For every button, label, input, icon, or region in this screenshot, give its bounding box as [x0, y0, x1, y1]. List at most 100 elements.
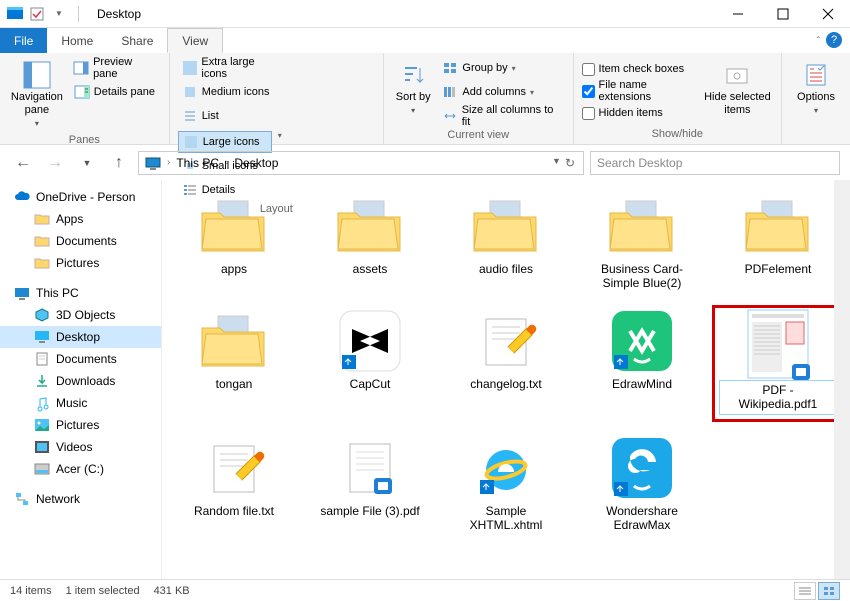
qat-dropdown-icon[interactable]: ▼	[50, 5, 68, 23]
pdf-icon	[334, 436, 406, 500]
file-label: EdrawMind	[612, 377, 672, 391]
file-item[interactable]: tongan	[168, 305, 300, 422]
vertical-scrollbar[interactable]	[834, 180, 850, 579]
ribbon-group-currentview: Sort by ▾ Group by ▾ Add columns ▾ Size …	[384, 53, 574, 144]
sidebar-item-acer[interactable]: Acer (C:)	[0, 458, 161, 480]
addcolumns-button[interactable]: Add columns ▾	[438, 81, 564, 103]
details-pane-button[interactable]: Details pane	[70, 81, 161, 103]
file-item[interactable]: PDFelement	[712, 190, 844, 295]
sidebar-item-music[interactable]: Music	[0, 392, 161, 414]
folder-icon	[334, 194, 406, 258]
file-label: changelog.txt	[470, 377, 541, 391]
file-item[interactable]: EdrawMind	[576, 305, 708, 422]
tab-view[interactable]: View	[167, 28, 223, 53]
hide-selected-button[interactable]: Hide selected items	[702, 57, 773, 121]
hidden-items-toggle[interactable]: Hidden items	[582, 103, 698, 123]
3d-icon	[34, 307, 50, 323]
status-bar: 14 items 1 item selected 431 KB	[0, 579, 850, 601]
sidebar-item-desktop[interactable]: Desktop	[0, 326, 161, 348]
titlebar: ▼ Desktop	[0, 0, 850, 28]
ribbon-collapse-icon[interactable]: ˆ	[817, 36, 820, 47]
chevron-right-icon[interactable]: ›	[223, 157, 230, 168]
sidebar-item-onedrive[interactable]: OneDrive - Person	[0, 186, 161, 208]
groupby-button[interactable]: Group by ▾	[438, 57, 564, 79]
sidebar-item-documents[interactable]: Documents	[0, 230, 161, 252]
file-label: tongan	[216, 377, 253, 391]
tab-file[interactable]: File	[0, 28, 47, 53]
file-item[interactable]: Random file.txt	[168, 432, 300, 537]
file-item[interactable]: Business Card-Simple Blue(2)	[576, 190, 708, 295]
sidebar-item-pictures[interactable]: Pictures	[0, 252, 161, 274]
forward-button[interactable]: →	[42, 150, 68, 176]
cloud-icon	[14, 189, 30, 205]
refresh-icon[interactable]: ↻	[565, 156, 575, 170]
sidebar-item-3dobjects[interactable]: 3D Objects	[0, 304, 161, 326]
file-item[interactable]: assets	[304, 190, 436, 295]
back-button[interactable]: ←	[10, 150, 36, 176]
file-extensions-toggle[interactable]: File name extensions	[582, 81, 698, 101]
close-button[interactable]	[805, 0, 850, 28]
extra-large-icons-button[interactable]: Extra large icons	[178, 57, 286, 79]
tab-share[interactable]: Share	[107, 28, 167, 53]
file-item[interactable]: audio files	[440, 190, 572, 295]
file-item[interactable]: PDF - Wikipedia.pdf1	[712, 305, 844, 422]
medium-icons-button[interactable]: Medium icons	[178, 81, 286, 103]
file-label: PDFelement	[745, 262, 812, 276]
network-icon	[14, 491, 30, 507]
options-button[interactable]: Options ▾	[790, 57, 842, 119]
folder-icon	[34, 211, 50, 227]
qat-properties-icon[interactable]	[28, 5, 46, 23]
item-checkboxes-toggle[interactable]: Item check boxes	[582, 59, 698, 79]
maximize-button[interactable]	[760, 0, 805, 28]
sidebar-item-apps[interactable]: Apps	[0, 208, 161, 230]
chevron-right-icon[interactable]: ›	[165, 157, 172, 168]
details-view-toggle[interactable]	[794, 582, 816, 600]
folder-icon	[198, 194, 270, 258]
tab-home[interactable]: Home	[47, 28, 107, 53]
layout-more-icon[interactable]: ▾	[278, 131, 282, 140]
file-label: assets	[353, 262, 388, 276]
status-selected-size: 431 KB	[154, 585, 190, 597]
file-item[interactable]: changelog.txt	[440, 305, 572, 422]
list-button[interactable]: List	[178, 105, 286, 127]
navigation-pane-button[interactable]: Navigation pane ▾	[8, 57, 66, 132]
sidebar-item-pictures2[interactable]: Pictures	[0, 414, 161, 436]
file-item[interactable]: CapCut	[304, 305, 436, 422]
file-item[interactable]: Wondershare EdrawMax	[576, 432, 708, 537]
sidebar-item-videos[interactable]: Videos	[0, 436, 161, 458]
preview-pane-button[interactable]: Preview pane	[70, 57, 161, 79]
xhtml-icon	[470, 436, 542, 500]
breadcrumb[interactable]: › This PC › Desktop ▼ ↻	[138, 151, 584, 175]
showhide-group-label: Show/hide	[582, 126, 773, 142]
file-list[interactable]: apps assets audio files Business Card-Simpl…	[162, 180, 850, 579]
sortby-button[interactable]: Sort by ▾	[392, 57, 434, 119]
large-icons-view-toggle[interactable]	[818, 582, 840, 600]
file-item[interactable]: apps	[168, 190, 300, 295]
file-label: audio files	[479, 262, 533, 276]
sidebar-item-network[interactable]: Network	[0, 488, 161, 510]
sidebar-item-documents2[interactable]: Documents	[0, 348, 161, 370]
up-button[interactable]: ↑	[106, 150, 132, 176]
breadcrumb-pc-icon[interactable]	[143, 156, 163, 170]
breadcrumb-thispc[interactable]: This PC	[174, 156, 221, 170]
app-capcut-icon	[334, 309, 406, 373]
folder-icon	[34, 255, 50, 271]
sizeall-button[interactable]: Size all columns to fit	[438, 105, 564, 127]
app-edrawmind-icon	[606, 309, 678, 373]
recent-dropdown[interactable]: ▼	[74, 150, 100, 176]
search-input[interactable]: Search Desktop	[590, 151, 840, 175]
file-label: sample File (3).pdf	[320, 504, 419, 518]
file-label: Wondershare EdrawMax	[587, 504, 697, 533]
folder-icon	[198, 309, 270, 373]
sidebar-item-downloads[interactable]: Downloads	[0, 370, 161, 392]
file-item[interactable]: sample File (3).pdf	[304, 432, 436, 537]
help-icon[interactable]: ?	[826, 32, 842, 48]
app-edrawmax-icon	[606, 436, 678, 500]
file-item[interactable]: Sample XHTML.xhtml	[440, 432, 572, 537]
breadcrumb-dropdown-icon[interactable]: ▼	[552, 156, 561, 170]
minimize-button[interactable]	[715, 0, 760, 28]
sidebar-item-thispc[interactable]: This PC	[0, 282, 161, 304]
ribbon-tabs: File Home Share View ˆ ?	[0, 28, 850, 53]
breadcrumb-desktop[interactable]: Desktop	[232, 156, 280, 170]
folder-icon	[34, 233, 50, 249]
